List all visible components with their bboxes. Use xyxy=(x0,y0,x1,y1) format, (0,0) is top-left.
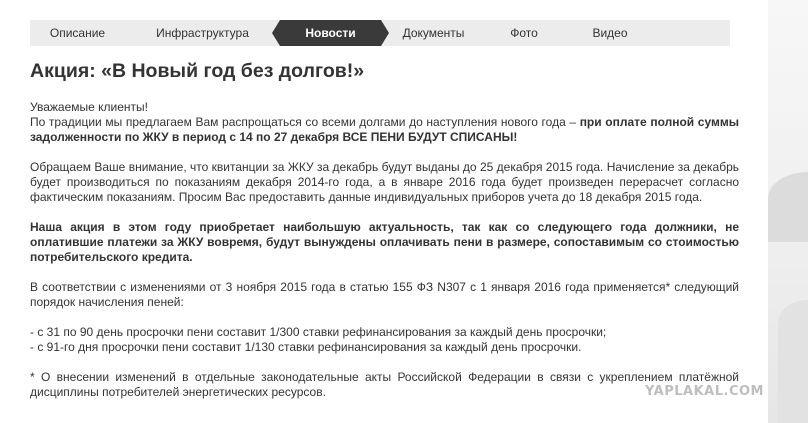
article-paragraph-law: В соответствии с изменениями от 3 ноября… xyxy=(30,280,739,309)
background-decoration xyxy=(768,0,808,423)
background-hill xyxy=(768,172,808,242)
background-hill-lower xyxy=(778,300,808,423)
article-footnote: * О внесении изменений в отдельные закон… xyxy=(30,370,739,399)
tab-photo[interactable]: Фото xyxy=(486,20,562,46)
article-paragraph-intro: Уважаемые клиенты! По традиции мы предла… xyxy=(30,100,739,145)
article-paragraph-highlight: Наша акция в этом году приобретает наибо… xyxy=(30,220,739,265)
watermark-text: YAPLAKAL.COM xyxy=(645,384,764,399)
tab-news[interactable]: Новости xyxy=(272,20,389,46)
article-penalty-list: - с 31 по 90 день просрочки пени состави… xyxy=(30,325,739,355)
article-title: Акция: «В Новый год без долгов!» xyxy=(30,60,365,82)
article-greeting: Уважаемые клиенты! xyxy=(30,100,148,114)
article-body: Уважаемые клиенты! По традиции мы предла… xyxy=(30,100,739,415)
tab-infrastructure[interactable]: Инфраструктура xyxy=(125,20,280,46)
article-paragraph-receipts: Обращаем Ваше внимание, что квитанции за… xyxy=(30,160,739,204)
article-p1-text: По традиции мы предлагаем Вам распрощать… xyxy=(30,115,580,129)
article-p3-bold: Наша акция в этом году приобретает наибо… xyxy=(30,220,739,264)
tab-video[interactable]: Видео xyxy=(562,20,658,46)
tab-bar: Описание Инфраструктура Новости Документ… xyxy=(30,20,730,46)
tab-description[interactable]: Описание xyxy=(30,20,125,46)
tab-documents[interactable]: Документы xyxy=(381,20,486,46)
list-item: - с 31 по 90 день просрочки пени состави… xyxy=(30,325,607,339)
list-item: - с 91-го дня просрочки пени составит 1/… xyxy=(30,340,582,354)
